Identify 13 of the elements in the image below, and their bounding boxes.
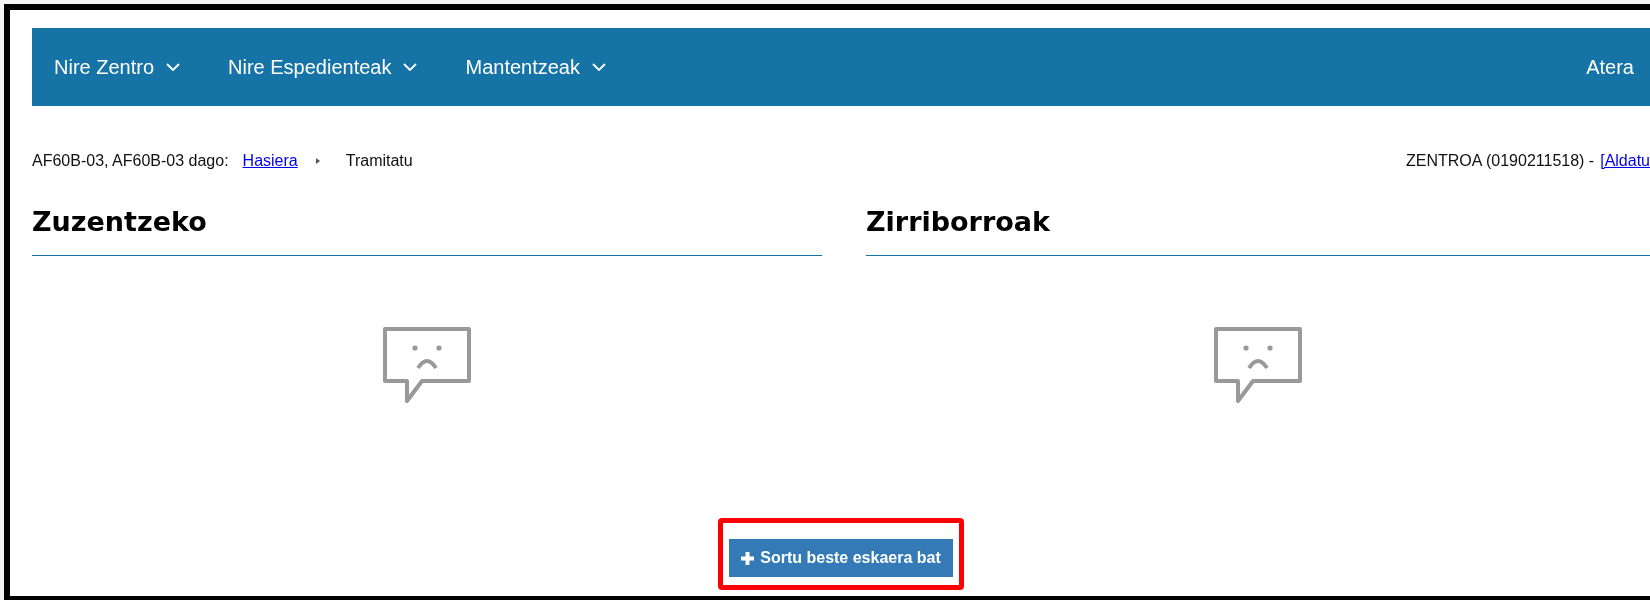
center-label: ZENTROA (0190211518) - xyxy=(1405,152,1595,170)
logout-link[interactable]: Atera xyxy=(1586,55,1634,79)
menu-item[interactable]: Nire Espedienteak xyxy=(228,55,392,79)
menu-item[interactable]: Nire Zentro xyxy=(54,55,155,79)
breadcrumb-separator-icon xyxy=(315,158,320,164)
breadcrumb-label: AF60B-03, AF60B-03 dago: xyxy=(32,152,229,170)
change-link[interactable]: [Aldatu xyxy=(1600,152,1650,170)
section-heading: Zirriborroak xyxy=(866,206,1650,256)
breadcrumb-link[interactable]: Hasiera xyxy=(242,152,298,170)
menu-item[interactable]: Mantentzeak xyxy=(465,55,580,79)
plus-icon xyxy=(741,551,755,565)
breadcrumb-current: Tramitatu xyxy=(345,152,413,170)
section-heading: Zuzentzeko xyxy=(32,206,822,256)
